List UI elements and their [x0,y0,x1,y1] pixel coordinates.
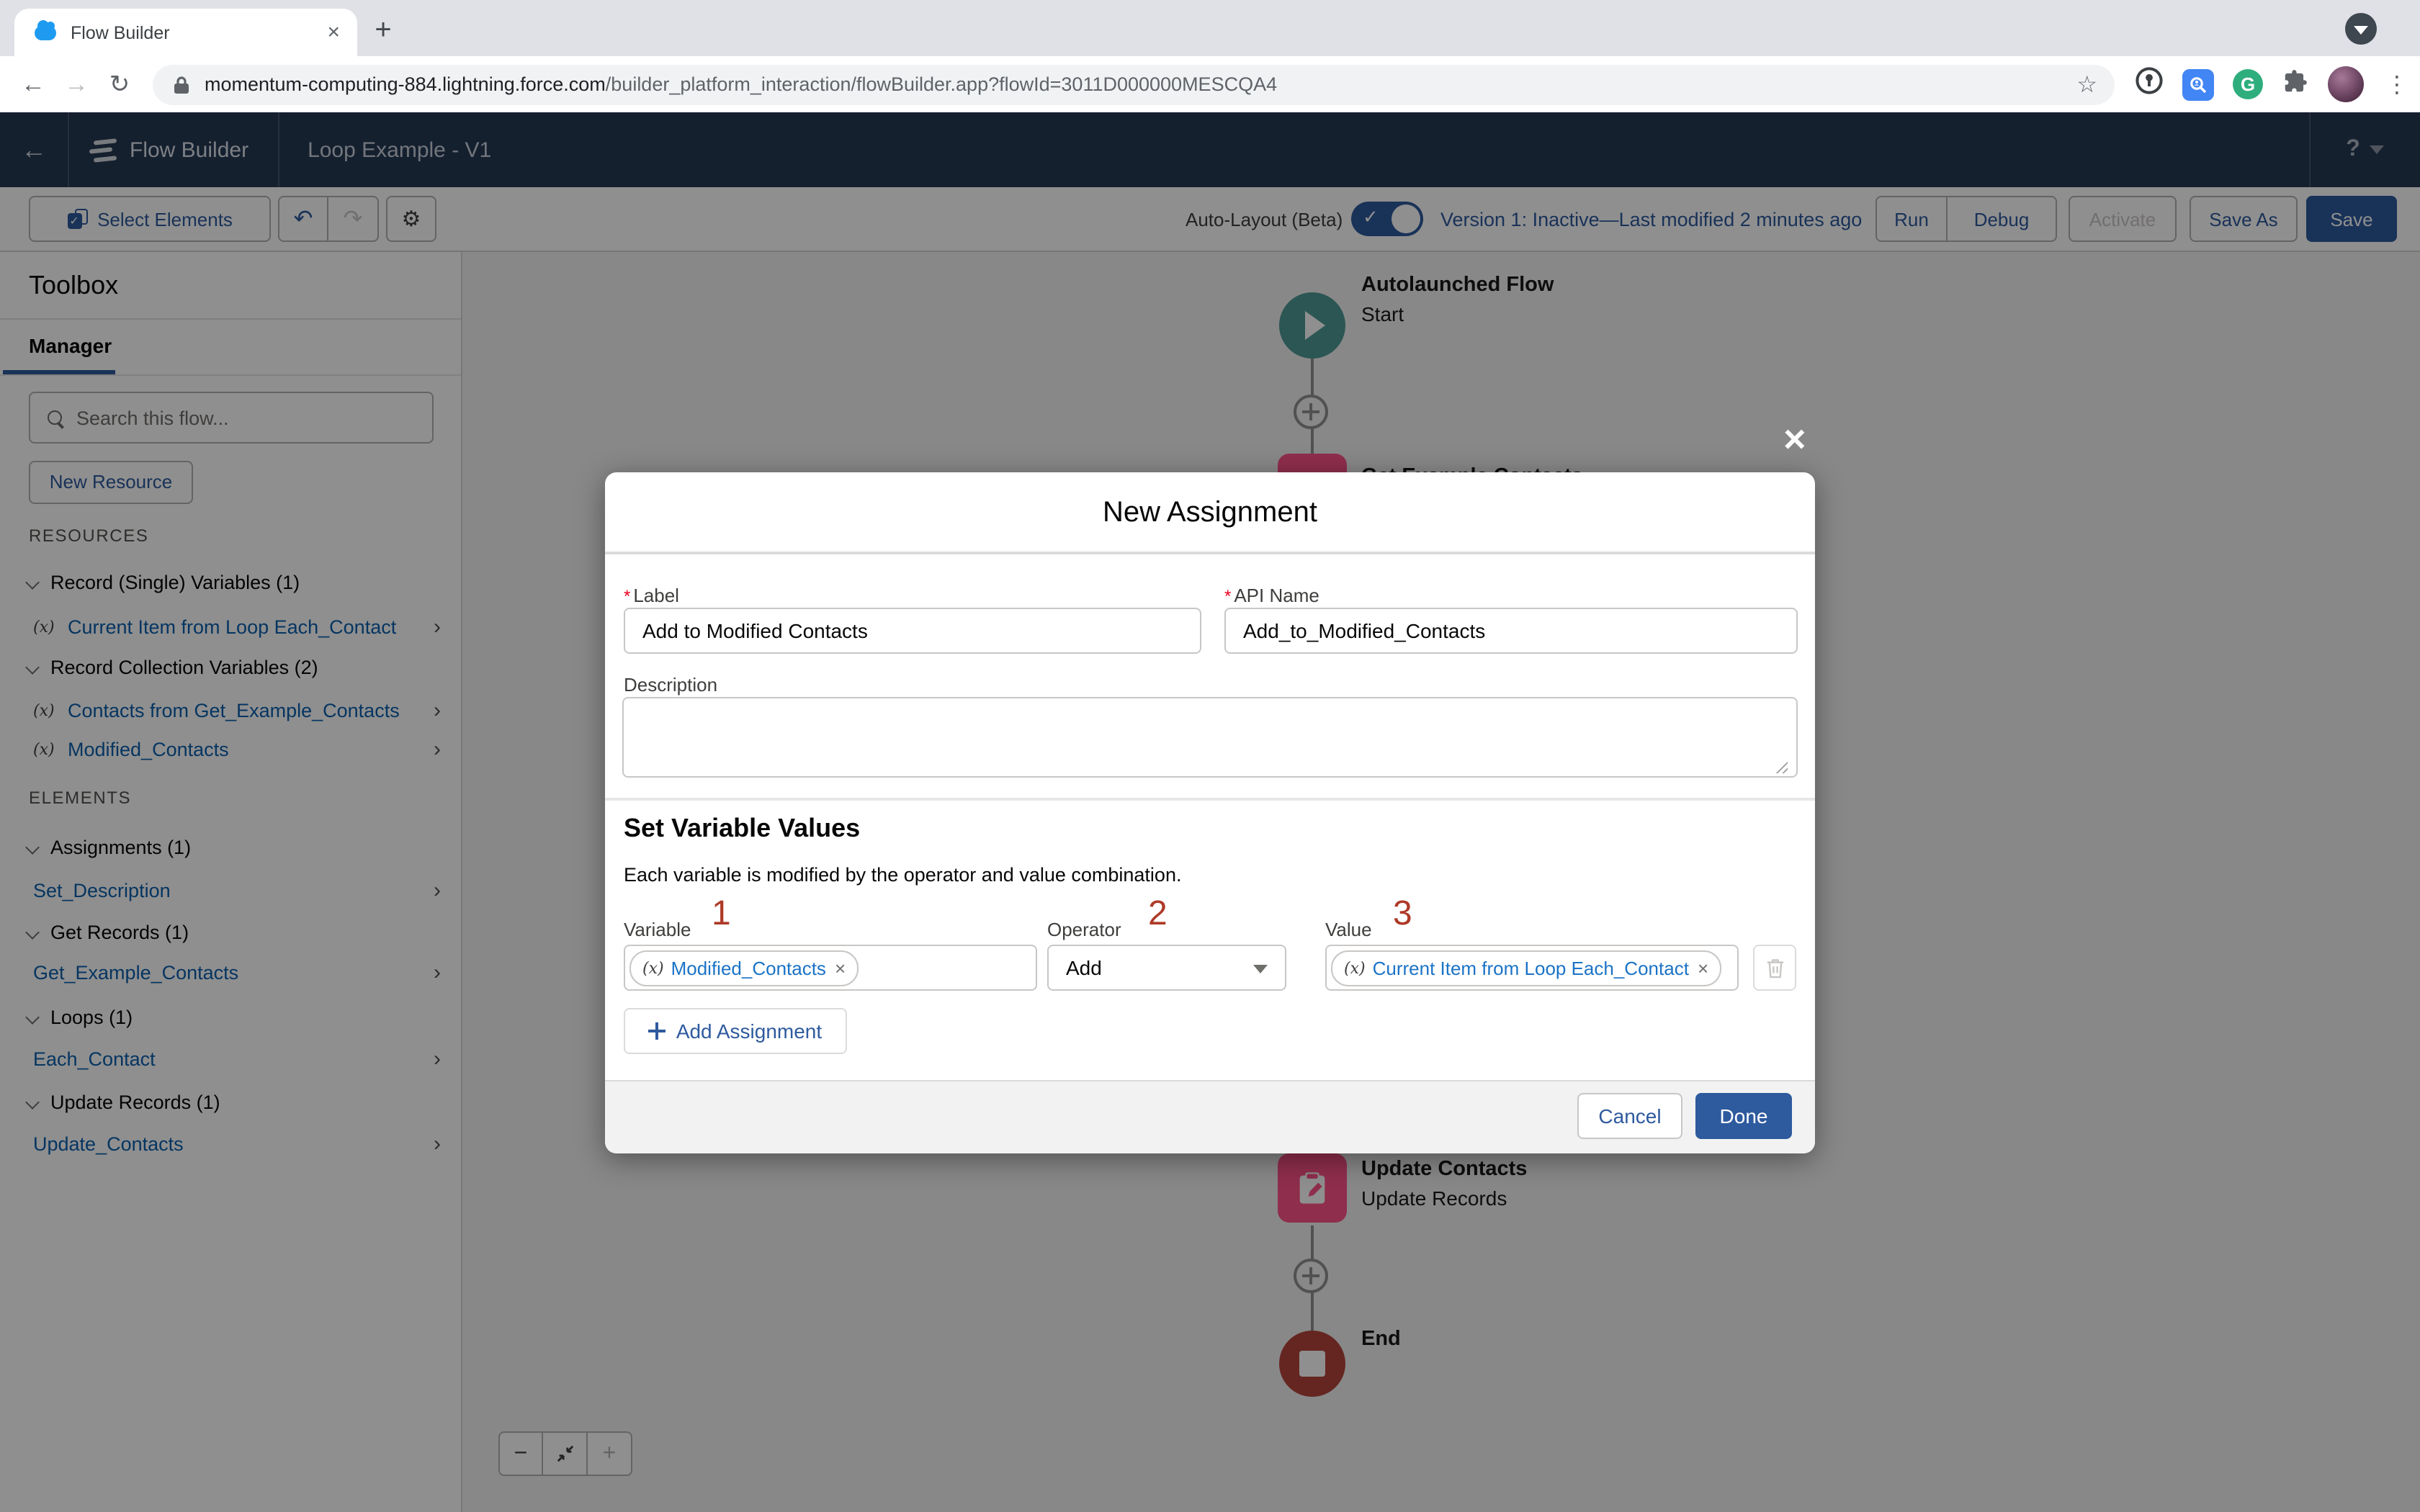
profile-avatar[interactable] [2328,66,2364,102]
url-text: momentum-computing-884.lightning.force.c… [205,73,1277,95]
plus-icon [648,1022,666,1040]
modal-header: New Assignment [605,472,1815,554]
required-asterisk: * [624,586,631,606]
add-assignment-label: Add Assignment [676,1020,823,1043]
set-variable-values-heading: Set Variable Values [624,814,861,842]
extensions-puzzle-icon[interactable] [2282,67,2309,102]
label-text: Label [633,585,679,606]
lock-icon [173,74,190,94]
operator-label: Operator [1047,919,1121,940]
url-path: /builder_platform_interaction/flowBuilde… [605,73,1278,95]
browser-tab[interactable]: Flow Builder × [14,9,357,56]
api-name-input[interactable] [1224,608,1798,654]
api-name-field-label: * API Name [1224,585,1319,606]
new-assignment-modal: New Assignment *Label *API Name Descript… [605,472,1815,1153]
section-divider [605,798,1815,801]
new-tab-button[interactable]: + [363,12,403,52]
annotation-number-3: 3 [1393,894,1412,933]
browser-menu-icon[interactable]: ⋮ [2385,70,2408,99]
modal-footer: Cancel Done [605,1080,1815,1153]
reload-icon[interactable]: ↻ [98,70,141,99]
grammarly-icon[interactable]: G [2233,69,2263,99]
tab-search-button[interactable] [2345,13,2377,45]
forward-icon[interactable]: → [55,70,98,99]
annotation-number-2: 2 [1148,894,1168,933]
url-bar[interactable]: momentum-computing-884.lightning.force.c… [153,64,2115,104]
variable-icon: (x) [642,958,664,977]
value-pill-label[interactable]: Current Item from Loop Each_Contact [1373,957,1689,978]
value-pill[interactable]: (x) Current Item from Loop Each_Contact … [1331,950,1722,986]
salesforce-cloud-icon [35,19,56,40]
chevron-down-icon [1253,965,1268,973]
modal-close-icon[interactable]: × [1783,418,1806,462]
description-label: Description [624,674,718,696]
value-combobox[interactable]: (x) Current Item from Loop Each_Contact … [1325,945,1739,991]
description-textarea[interactable] [622,697,1798,778]
variable-icon: (x) [1344,958,1366,977]
operator-value: Add [1066,956,1102,979]
pill-remove-icon[interactable]: × [835,957,846,978]
trash-icon [1766,958,1783,978]
back-icon[interactable]: ← [12,70,55,99]
helper-text: Each variable is modified by the operato… [624,864,1182,886]
operator-select[interactable]: Add [1047,945,1286,991]
screen: Flow Builder × + ← → ↻ momentum-computin… [0,0,2420,1512]
pill-remove-icon[interactable]: × [1698,957,1708,978]
bookmark-star-icon[interactable]: ☆ [2076,70,2097,99]
chevron-down-icon [2354,26,2368,35]
done-button[interactable]: Done [1695,1093,1792,1139]
browser-tab-strip: Flow Builder × + [0,0,2420,56]
variable-combobox[interactable]: (x) Modified_Contacts × [624,945,1037,991]
label-field-label: * Label [624,585,679,606]
modal-title: New Assignment [1103,497,1317,528]
delete-assignment-button[interactable] [1753,945,1796,991]
browser-toolbar: ← → ↻ momentum-computing-884.lightning.f… [0,56,2420,112]
label-text: API Name [1234,585,1319,606]
tab-close-icon[interactable]: × [327,20,340,45]
extensions-bar: G ⋮ [2135,66,2414,102]
password-manager-icon[interactable] [2135,66,2164,102]
url-domain: momentum-computing-884.lightning.force.c… [205,73,606,95]
variable-pill-label[interactable]: Modified_Contacts [671,957,826,978]
lookup-extension-icon[interactable] [2182,68,2214,100]
add-assignment-button[interactable]: Add Assignment [624,1008,847,1054]
variable-label: Variable [624,919,691,940]
label-input[interactable] [624,608,1201,654]
tab-title: Flow Builder [71,22,170,42]
resize-grip-icon[interactable] [1775,760,1788,773]
variable-pill[interactable]: (x) Modified_Contacts × [629,950,859,986]
value-label: Value [1325,919,1372,940]
annotation-number-1: 1 [712,894,731,933]
required-asterisk: * [1224,586,1232,606]
cancel-button[interactable]: Cancel [1577,1093,1682,1139]
